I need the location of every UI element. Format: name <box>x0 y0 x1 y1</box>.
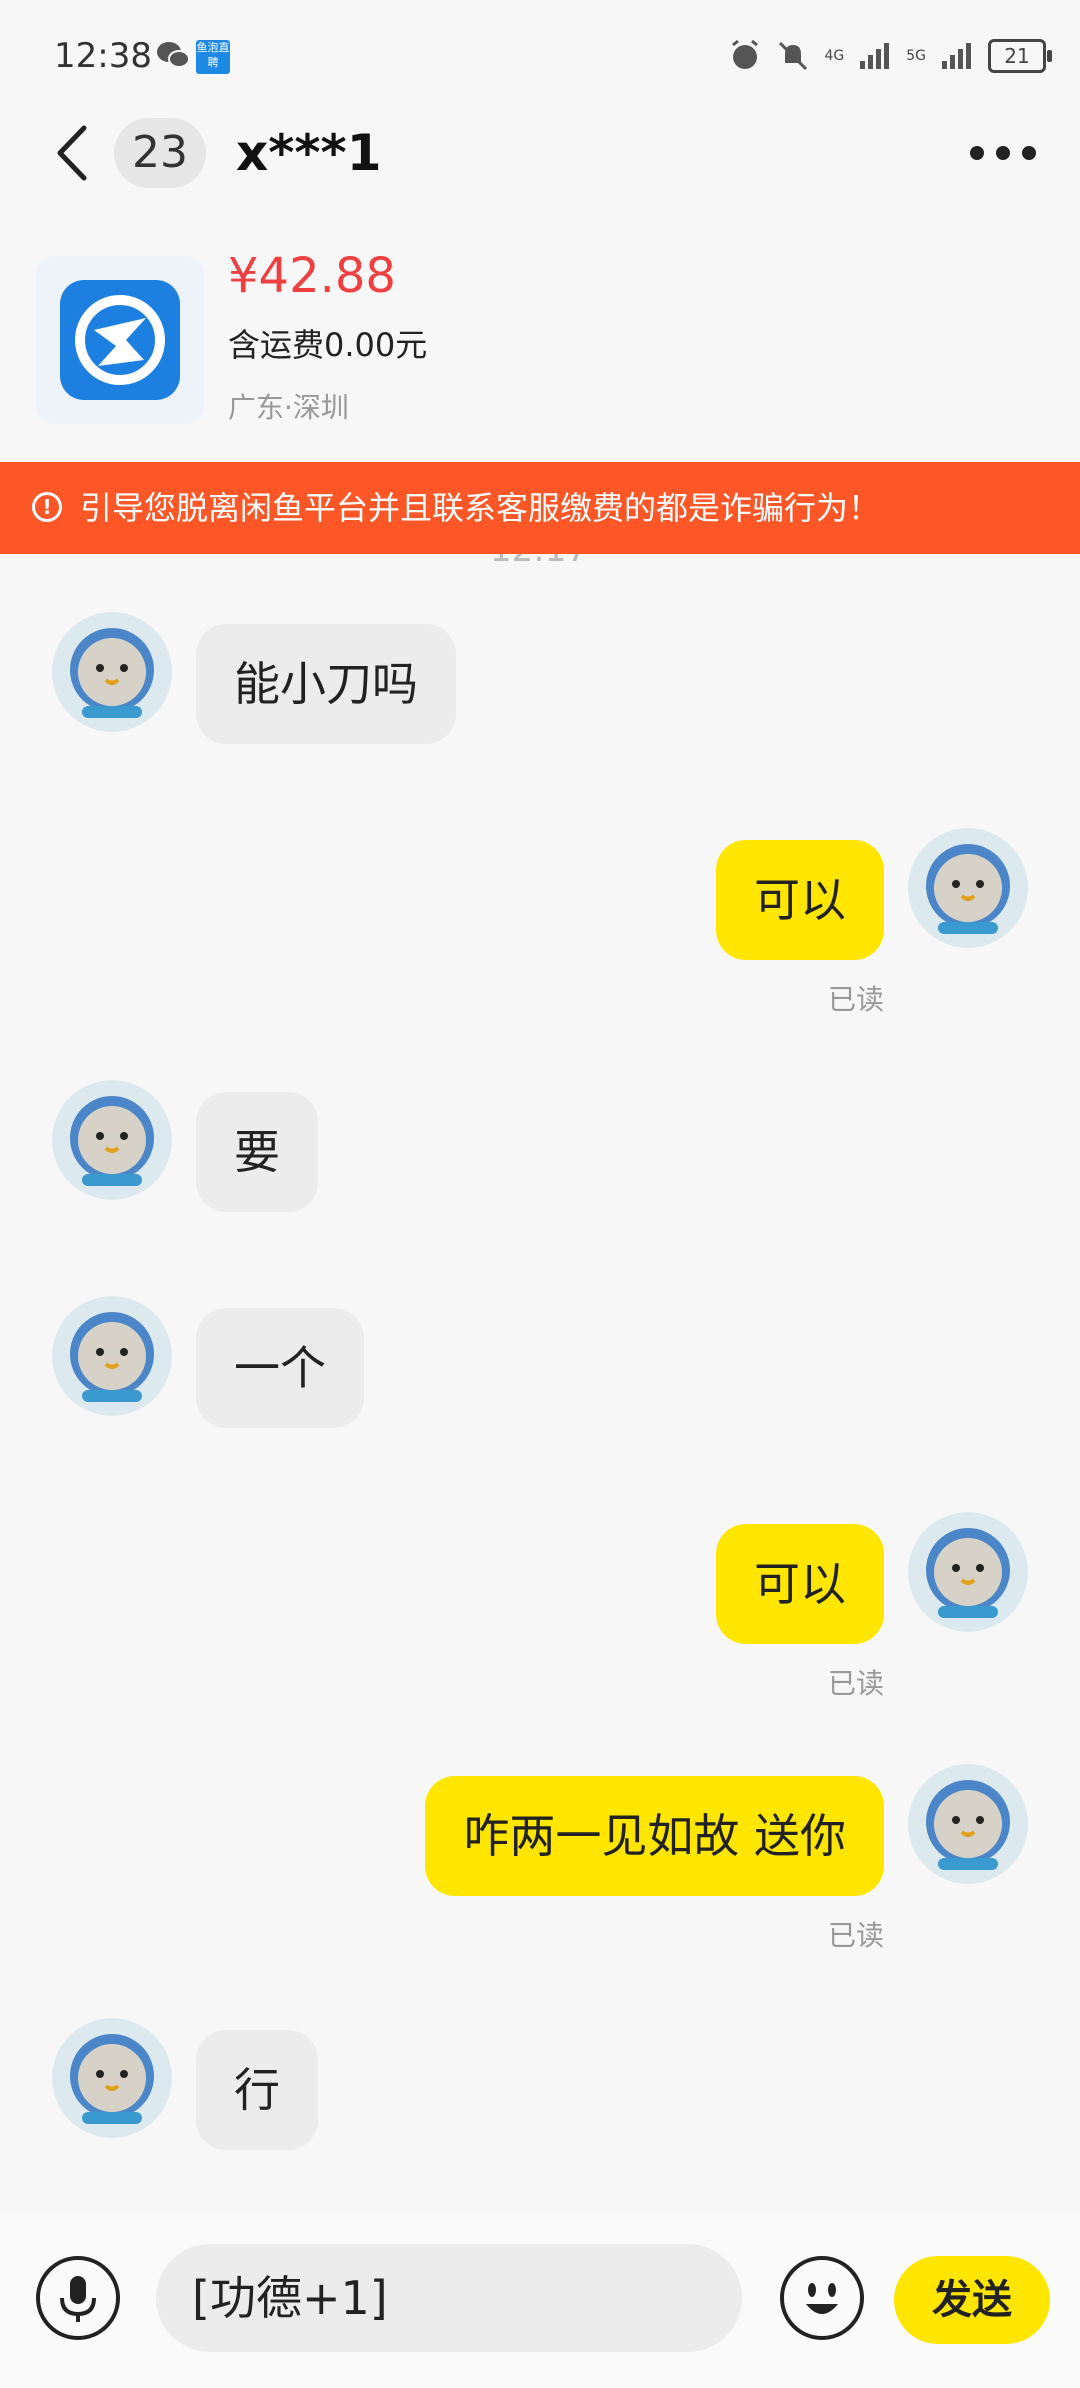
contact-avatar[interactable] <box>52 1296 172 1416</box>
cat-avatar-icon <box>908 1764 1028 1884</box>
battery-indicator: 21 <box>988 39 1052 73</box>
warning-icon: ! <box>32 492 62 522</box>
read-status: 已读 <box>827 983 884 1016</box>
message-bubble-in[interactable]: 能小刀吗 <box>196 624 456 744</box>
scam-warning-banner: ! 引导您脱离闲鱼平台并且联系客服缴费的都是诈骗行为！ <box>0 462 1080 554</box>
cat-avatar-icon <box>52 612 172 732</box>
alarm-icon <box>732 39 759 69</box>
send-button[interactable]: 发送 <box>894 2256 1050 2344</box>
unread-count-badge[interactable]: 23 <box>114 118 206 188</box>
wechat-icon <box>157 42 190 68</box>
signal-4g-label: 4G <box>824 48 845 64</box>
message-bubble-in[interactable]: 一个 <box>196 1308 364 1428</box>
microphone-icon <box>60 2276 96 2322</box>
contact-avatar[interactable] <box>52 2018 172 2138</box>
cat-avatar-icon <box>52 2018 172 2138</box>
status-time: 12:38 <box>54 36 152 76</box>
message-bubble-out[interactable]: 可以 <box>716 840 884 960</box>
warning-text: 引导您脱离闲鱼平台并且联系客服缴费的都是诈骗行为！ <box>80 489 881 527</box>
my-avatar[interactable] <box>908 1512 1028 1632</box>
back-arrow-icon[interactable] <box>48 118 98 188</box>
read-status: 已读 <box>827 1919 884 1952</box>
product-location: 广东·深圳 <box>228 391 349 424</box>
my-avatar[interactable] <box>908 1764 1028 1884</box>
signal-icon <box>860 43 890 69</box>
cat-avatar-icon <box>908 828 1028 948</box>
voice-input-button[interactable] <box>36 2256 120 2340</box>
message-input[interactable]: [功德+1] <box>156 2244 742 2352</box>
product-image[interactable] <box>36 256 204 424</box>
app-logo-icon <box>60 280 180 400</box>
contact-avatar[interactable] <box>52 612 172 732</box>
dot-icon <box>970 146 984 160</box>
signal-icon <box>942 43 971 69</box>
dot-icon <box>996 146 1010 160</box>
my-avatar[interactable] <box>908 828 1028 948</box>
product-shipping: 含运费0.00元 <box>228 326 428 364</box>
message-bubble-in[interactable]: 要 <box>196 1092 318 1212</box>
dot-icon <box>1022 146 1036 160</box>
cat-avatar-icon <box>52 1296 172 1416</box>
chat-title: x***1 <box>236 124 382 182</box>
message-bubble-out[interactable]: 咋两一见如故 送你 <box>425 1776 884 1896</box>
message-bubble-out[interactable]: 可以 <box>716 1524 884 1644</box>
app-badge: 鱼泡直聘 <box>196 40 230 74</box>
more-options-button[interactable] <box>970 146 1036 160</box>
message-bubble-in[interactable]: 行 <box>196 2030 318 2150</box>
emoji-button[interactable] <box>780 2256 864 2340</box>
emoji-icon <box>806 2283 838 2314</box>
status-icons: 4G 5G 21 <box>728 36 1052 76</box>
contact-avatar[interactable] <box>52 1080 172 1200</box>
cat-avatar-icon <box>908 1512 1028 1632</box>
product-price: ¥42.88 <box>228 248 396 304</box>
read-status: 已读 <box>827 1667 884 1700</box>
cat-avatar-icon <box>52 1080 172 1200</box>
mute-bell-icon <box>779 41 808 71</box>
signal-5g-label: 5G <box>906 48 926 64</box>
